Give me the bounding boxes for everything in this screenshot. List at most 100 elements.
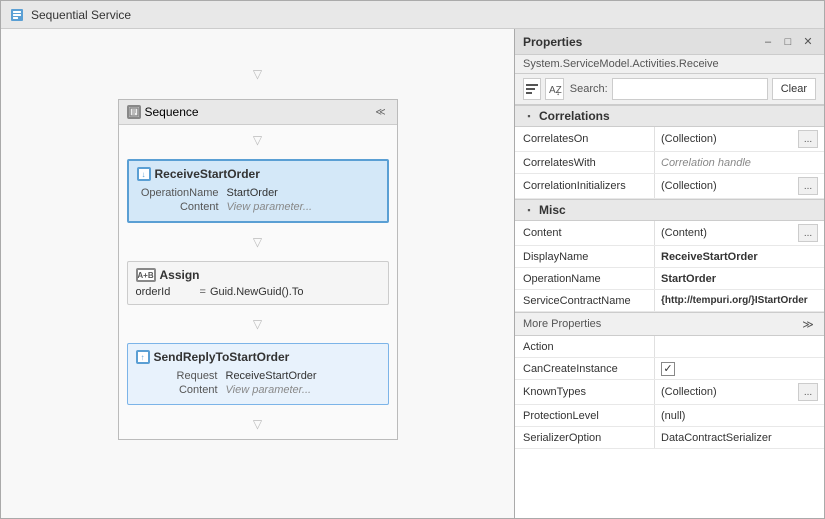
operation-name-row: OperationName StartOrder — [515, 268, 824, 290]
sequence-header: Sequence ≪ — [119, 100, 397, 125]
known-types-value: (Collection) ... — [655, 380, 824, 404]
correlation-initializers-ellipsis[interactable]: ... — [798, 177, 818, 195]
serializer-option-row: SerializerOption DataContractSerializer — [515, 427, 824, 449]
assign-icon: A+B — [136, 268, 156, 282]
send-reply-block[interactable]: ↑ SendReplyToStartOrder Request ReceiveS… — [127, 343, 389, 405]
assign-title: Assign — [160, 268, 200, 282]
send-content-value: View parameter... — [226, 384, 312, 396]
more-properties-label: More Properties — [523, 318, 601, 330]
receive-icon: ↓ — [137, 167, 151, 181]
receive-content-row: Content View parameter... — [137, 201, 379, 213]
seq-mid-arrow1 — [119, 227, 397, 257]
properties-close-btn[interactable]: ✕ — [800, 34, 816, 50]
action-value — [655, 336, 824, 357]
properties-title-bar: Properties – □ ✕ — [515, 29, 824, 55]
service-contract-name: ServiceContractName — [515, 290, 655, 311]
correlations-expand-icon[interactable]: ▪ — [523, 110, 535, 122]
known-types-ellipsis[interactable]: ... — [798, 383, 818, 401]
properties-toolbar: AZ ↓ Search: Clear — [515, 74, 824, 105]
send-icon: ↑ — [136, 350, 150, 364]
can-create-instance-name: CanCreateInstance — [515, 358, 655, 379]
properties-panel: Properties – □ ✕ System.ServiceModel.Act… — [514, 29, 824, 518]
sequence-label: Sequence — [145, 105, 199, 119]
misc-section-label: Misc — [539, 203, 566, 217]
content-ellipsis[interactable]: ... — [798, 224, 818, 242]
operation-name-label: OperationName — [515, 268, 655, 289]
send-request-row: Request ReceiveStartOrder — [136, 370, 380, 382]
send-reply-title: SendReplyToStartOrder — [154, 350, 290, 364]
more-properties-collapse-btn[interactable]: ≫ — [800, 316, 816, 332]
receive-block-title: ReceiveStartOrder — [155, 167, 260, 181]
serializer-option-value: DataContractSerializer — [655, 427, 824, 448]
sequential-service-icon — [9, 7, 25, 23]
receive-operation-row: OperationName StartOrder — [137, 187, 379, 199]
can-create-instance-value: ✓ — [655, 358, 824, 379]
receive-operation-label: OperationName — [137, 187, 227, 199]
search-label: Search: — [570, 83, 608, 95]
search-input[interactable] — [612, 78, 768, 100]
service-contract-row: ServiceContractName {http://tempuri.org/… — [515, 290, 824, 312]
clear-button[interactable]: Clear — [772, 78, 816, 100]
correlates-on-row: CorrelatesOn (Collection) ... — [515, 127, 824, 152]
can-create-instance-checkbox[interactable]: ✓ — [661, 362, 675, 376]
display-name-label: DisplayName — [515, 246, 655, 267]
correlates-on-name: CorrelatesOn — [515, 127, 655, 151]
svg-text:↓: ↓ — [556, 88, 560, 96]
top-arrow — [253, 59, 262, 89]
protection-level-row: ProtectionLevel (null) — [515, 405, 824, 427]
action-name: Action — [515, 336, 655, 357]
properties-minimize-btn[interactable]: □ — [780, 34, 796, 50]
receive-block[interactable]: ↓ ReceiveStartOrder OperationName StartO… — [127, 159, 389, 223]
sort-category-btn[interactable] — [523, 78, 541, 100]
protection-level-name: ProtectionLevel — [515, 405, 655, 426]
misc-section-header: ▪ Misc — [515, 199, 824, 221]
main-title: Sequential Service — [31, 8, 131, 22]
sequence-container: Sequence ≪ ↓ ReceiveStartOrder Operat — [118, 99, 398, 440]
correlations-section-label: Correlations — [539, 109, 610, 123]
properties-title-controls: – □ ✕ — [760, 34, 816, 50]
properties-pin-btn[interactable]: – — [760, 34, 776, 50]
properties-subtitle: System.ServiceModel.Activities.Receive — [515, 55, 824, 74]
receive-content-label: Content — [137, 201, 227, 213]
correlation-initializers-name: CorrelationInitializers — [515, 174, 655, 198]
display-name-row: DisplayName ReceiveStartOrder — [515, 246, 824, 268]
send-content-label: Content — [136, 384, 226, 396]
receive-content-value: View parameter... — [227, 201, 313, 213]
correlates-on-value: (Collection) ... — [655, 127, 824, 151]
properties-title: Properties — [523, 35, 582, 49]
sequence-collapse-btn[interactable]: ≪ — [373, 104, 389, 120]
assign-block[interactable]: A+B Assign orderId = Guid.NewGuid().To — [127, 261, 389, 305]
receive-operation-value: StartOrder — [227, 187, 278, 199]
correlates-with-name: CorrelatesWith — [515, 152, 655, 173]
correlates-on-ellipsis[interactable]: ... — [798, 130, 818, 148]
service-contract-value: {http://tempuri.org/}IStartOrder — [655, 290, 824, 311]
correlates-with-value: Correlation handle — [655, 152, 824, 173]
send-request-label: Request — [136, 370, 226, 382]
operation-name-value: StartOrder — [655, 268, 824, 289]
assign-value: Guid.NewGuid().To — [210, 286, 304, 298]
content-name: Content — [515, 221, 655, 245]
properties-table: ▪ Correlations CorrelatesOn (Collection)… — [515, 105, 824, 518]
display-name-value: ReceiveStartOrder — [655, 246, 824, 267]
assign-equals: = — [200, 286, 206, 298]
serializer-option-name: SerializerOption — [515, 427, 655, 448]
sequence-icon — [127, 105, 141, 119]
assign-variable: orderId — [136, 286, 196, 298]
assign-row: orderId = Guid.NewGuid().To — [136, 286, 380, 298]
content-value: (Content) ... — [655, 221, 824, 245]
seq-bottom-arrow — [119, 409, 397, 439]
action-row: Action — [515, 336, 824, 358]
seq-top-arrow — [119, 125, 397, 155]
misc-expand-icon[interactable]: ▪ — [523, 204, 535, 216]
correlations-section-header: ▪ Correlations — [515, 105, 824, 127]
workflow-canvas: Sequence ≪ ↓ ReceiveStartOrder Operat — [1, 29, 514, 518]
send-request-value: ReceiveStartOrder — [226, 370, 317, 382]
content-row: Content (Content) ... — [515, 221, 824, 246]
correlates-with-row: CorrelatesWith Correlation handle — [515, 152, 824, 174]
more-properties-section: More Properties ≫ — [515, 312, 824, 336]
known-types-row: KnownTypes (Collection) ... — [515, 380, 824, 405]
correlation-initializers-value: (Collection) ... — [655, 174, 824, 198]
protection-level-value: (null) — [655, 405, 824, 426]
sort-alpha-btn[interactable]: AZ ↓ — [545, 78, 563, 100]
known-types-name: KnownTypes — [515, 380, 655, 404]
